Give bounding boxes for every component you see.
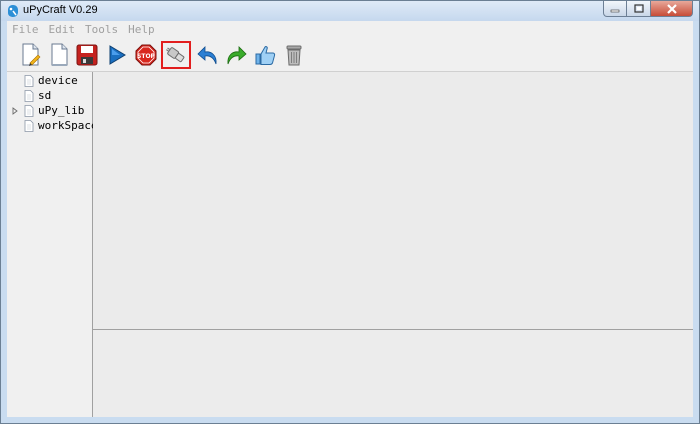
tree-item-label: sd	[38, 89, 52, 102]
app-window: uPyCraft V0.29 File Edit Tools Help STOP…	[0, 0, 700, 424]
new-file-icon	[22, 43, 41, 66]
new-file-button[interactable]	[17, 41, 45, 69]
toolbar: STOP	[7, 38, 693, 72]
clear-icon	[286, 45, 302, 66]
expand-arrow-icon[interactable]	[12, 106, 18, 115]
tree-item-label: workSpace	[38, 119, 98, 132]
clear-button[interactable]	[280, 41, 308, 69]
tree-item-upy-lib[interactable]: uPy_lib	[7, 103, 92, 118]
file-icon	[24, 74, 34, 87]
tree-item-workspace[interactable]: workSpace	[7, 118, 98, 133]
undo-button[interactable]	[194, 41, 222, 69]
maximize-icon	[633, 4, 644, 13]
minimize-icon	[610, 9, 620, 12]
run-button[interactable]	[103, 41, 131, 69]
tree-item-label: device	[38, 74, 78, 87]
save-button[interactable]	[73, 41, 101, 69]
open-file-button[interactable]	[45, 41, 73, 69]
file-icon	[24, 119, 34, 132]
maximize-button[interactable]	[627, 1, 651, 17]
menu-edit[interactable]: Edit	[44, 23, 81, 36]
editor-area[interactable]	[93, 72, 693, 329]
tree-item-device[interactable]: device	[7, 73, 92, 88]
file-tree: device sd uPy_lib workSpace	[7, 72, 98, 417]
svg-text:STOP: STOP	[137, 53, 156, 60]
tree-item-label: uPy_lib	[38, 104, 85, 117]
upycraft-logo-icon	[8, 5, 18, 17]
close-icon	[666, 3, 677, 14]
stop-icon: STOP	[135, 44, 157, 66]
run-icon	[109, 45, 126, 65]
menu-tools[interactable]: Tools	[80, 23, 123, 36]
menu-help[interactable]: Help	[123, 23, 160, 36]
close-button[interactable]	[651, 1, 693, 17]
undo-icon	[197, 46, 217, 65]
caption-buttons	[603, 1, 693, 19]
save-icon	[76, 44, 98, 66]
connect-button[interactable]	[161, 41, 191, 69]
terminal-area[interactable]	[93, 330, 693, 417]
open-file-icon	[51, 43, 68, 66]
file-icon	[24, 89, 34, 102]
redo-button[interactable]	[222, 41, 250, 69]
syntax-check-button[interactable]	[251, 41, 279, 69]
menu-bar: File Edit Tools Help	[7, 21, 693, 38]
main-content: device sd uPy_lib workSpace	[7, 72, 693, 417]
tree-item-sd[interactable]: sd	[7, 88, 92, 103]
syntax-check-icon	[255, 46, 276, 65]
stop-button[interactable]: STOP	[132, 41, 160, 69]
file-icon	[24, 104, 34, 117]
connect-icon	[166, 47, 185, 63]
title-bar[interactable]: uPyCraft V0.29	[1, 1, 699, 21]
minimize-button[interactable]	[603, 1, 627, 17]
window-title: uPyCraft V0.29	[23, 4, 98, 16]
menu-file[interactable]: File	[7, 23, 44, 36]
redo-icon	[227, 46, 247, 65]
